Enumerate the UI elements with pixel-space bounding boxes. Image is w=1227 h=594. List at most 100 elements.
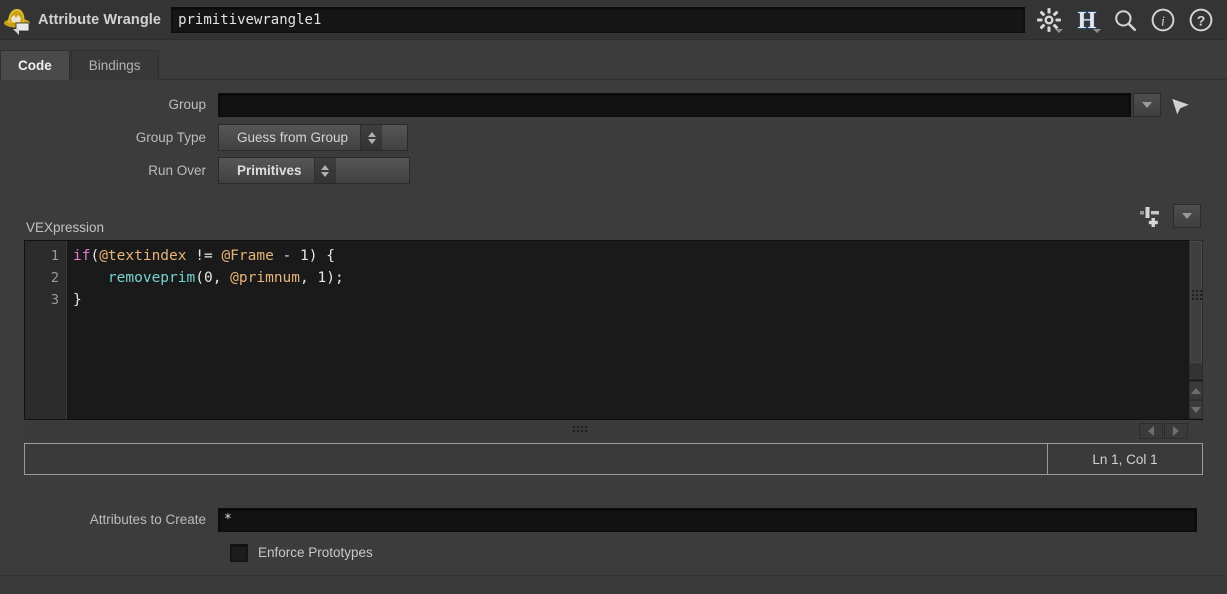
tab-bar: Code Bindings: [0, 40, 1227, 80]
editor-scroll-left-button[interactable]: [1139, 423, 1163, 439]
group-label: Group: [168, 97, 206, 112]
group-type-dropdown[interactable]: Guess from Group: [218, 124, 408, 151]
node-name-value: primitivewrangle1: [178, 11, 322, 28]
vexpression-header: VEXpression: [0, 214, 1227, 240]
editor-vertical-scroll-thumb[interactable]: [1190, 241, 1202, 363]
line-number: 3: [50, 292, 59, 308]
code-token: ,: [300, 270, 318, 286]
run-over-value: Primitives: [237, 163, 302, 178]
line-number: 2: [50, 270, 59, 286]
chevron-down-icon: [1182, 213, 1192, 219]
code-token: ,: [212, 270, 231, 286]
code-line: if(@textindex != @Frame - 1) {: [73, 245, 1202, 267]
panel-title: Attribute Wrangle: [38, 11, 162, 28]
gear-menu-caret-icon[interactable]: [1055, 28, 1063, 33]
tab-code[interactable]: Code: [0, 50, 70, 80]
chevron-down-icon: [1191, 406, 1201, 413]
run-over-spinner[interactable]: [313, 158, 336, 183]
houdini-menu-caret-icon[interactable]: [1093, 28, 1101, 33]
cursor-position-indicator: Ln 1, Col 1: [1048, 443, 1203, 475]
houdini-h-icon[interactable]: H: [1069, 2, 1105, 38]
svg-text:i: i: [1161, 13, 1165, 29]
code-token: 0: [203, 270, 213, 286]
code-token: @Frame: [221, 248, 274, 264]
group-input[interactable]: [218, 92, 1131, 117]
code-token: @textindex: [99, 248, 187, 264]
bottom-parameter-list: Attributes to Create * Enforce Prototype…: [0, 503, 1227, 569]
tab-bindings[interactable]: Bindings: [70, 50, 159, 80]
vexpression-toolbar: [1135, 203, 1201, 229]
code-token: 1: [300, 248, 309, 264]
group-menu-button[interactable]: [1133, 92, 1161, 117]
chevron-up-icon: [367, 131, 376, 137]
code-token: if: [73, 248, 91, 264]
code-token: !=: [186, 248, 222, 264]
attributes-to-create-label: Attributes to Create: [89, 512, 206, 527]
panel-header: Attribute Wrangle primitivewrangle1 H i …: [0, 0, 1227, 40]
attributes-to-create-input[interactable]: *: [218, 507, 1197, 532]
chevron-down-icon: [1142, 101, 1152, 108]
node-name-input[interactable]: primitivewrangle1: [171, 6, 1025, 33]
attribute-wrangle-panel: Attribute Wrangle primitivewrangle1 H i …: [0, 0, 1227, 594]
attribute-wrangle-node-icon: [2, 4, 34, 36]
chevron-up-icon: [321, 164, 330, 170]
code-text-area[interactable]: if(@textindex != @Frame - 1) { removepri…: [67, 241, 1202, 419]
editor-scroll-up-button[interactable]: [1189, 381, 1203, 400]
code-line: }: [73, 289, 1202, 311]
editor-resize-handle[interactable]: [24, 422, 1137, 440]
enforce-prototypes-label: Enforce Prototypes: [258, 545, 373, 560]
param-row-run-over: Run Over Primitives: [0, 154, 1227, 187]
param-row-enforce-prototypes: Enforce Prototypes: [0, 536, 1227, 569]
code-token: 1: [317, 270, 327, 286]
help-icon[interactable]: ?: [1183, 2, 1219, 38]
tab-bindings-label: Bindings: [88, 58, 141, 73]
gear-icon[interactable]: [1031, 2, 1067, 38]
cursor-position-label: Ln 1, Col 1: [1092, 451, 1158, 467]
run-over-label: Run Over: [148, 163, 206, 178]
header-icon-group: H i ?: [1031, 2, 1227, 38]
parameter-list: Group Group Type Guess from Group Run Ov…: [0, 88, 1227, 187]
editor-scroll-right-button[interactable]: [1164, 423, 1188, 439]
code-token: ) {: [308, 248, 335, 264]
editor-status-bar: Ln 1, Col 1: [24, 443, 1203, 475]
chevron-right-icon: [1173, 426, 1179, 436]
pick-arrow-icon[interactable]: [1171, 93, 1193, 117]
run-over-dropdown[interactable]: Primitives: [218, 157, 410, 184]
vexpression-label: VEXpression: [26, 219, 105, 235]
code-token: removeprim: [107, 270, 196, 286]
chevron-down-icon: [367, 138, 376, 144]
code-token: (: [90, 248, 100, 264]
param-row-attributes-to-create: Attributes to Create *: [0, 503, 1227, 536]
chevron-up-icon: [1191, 387, 1201, 394]
chevron-left-icon: [1148, 426, 1154, 436]
group-type-value: Guess from Group: [237, 130, 349, 145]
vexpression-menu-button[interactable]: [1173, 204, 1201, 228]
enforce-prototypes-checkbox[interactable]: [230, 543, 248, 562]
param-row-group: Group: [0, 88, 1227, 121]
editor-command-input[interactable]: [24, 443, 1048, 475]
param-row-group-type: Group Type Guess from Group: [0, 121, 1227, 154]
vexpression-editor[interactable]: 1 2 3 if(@textindex != @Frame - 1) { rem…: [24, 240, 1203, 420]
tab-code-label: Code: [18, 58, 52, 73]
footer-bar: [0, 576, 1227, 594]
code-line: removeprim(0, @primnum, 1);: [73, 267, 1202, 289]
svg-text:?: ?: [1197, 12, 1206, 28]
code-token: }: [73, 292, 82, 308]
info-icon[interactable]: i: [1145, 2, 1181, 38]
group-type-spinner[interactable]: [360, 125, 383, 150]
group-type-label: Group Type: [135, 130, 206, 145]
code-token: );: [326, 270, 344, 286]
scroll-grip-icon: [1192, 290, 1202, 300]
editor-vertical-scrollbar[interactable]: [1189, 240, 1203, 380]
code-token: @primnum: [230, 270, 301, 286]
line-number: 1: [50, 248, 59, 264]
search-icon[interactable]: [1107, 2, 1143, 38]
attributes-to-create-value: *: [224, 512, 232, 527]
chevron-down-icon: [321, 171, 330, 177]
editor-scroll-down-button[interactable]: [1189, 400, 1203, 419]
line-number-gutter: 1 2 3: [25, 241, 67, 419]
code-token: -: [273, 248, 301, 264]
code-token: (: [195, 270, 204, 286]
insert-snippet-icon[interactable]: [1135, 203, 1165, 229]
